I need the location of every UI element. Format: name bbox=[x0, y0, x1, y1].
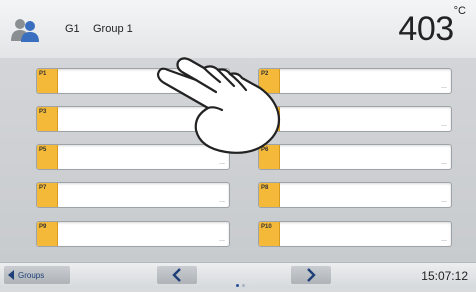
program-label: P5 bbox=[39, 147, 47, 153]
program-slot-p7[interactable]: P7 ... bbox=[36, 182, 230, 208]
temperature-unit: °C bbox=[453, 4, 466, 17]
program-label: P3 bbox=[39, 109, 47, 115]
program-slot-p8[interactable]: P8 ... bbox=[258, 182, 452, 208]
clock: 15:07:12 bbox=[421, 269, 468, 283]
next-page-button[interactable] bbox=[291, 266, 331, 284]
chevron-right-icon bbox=[307, 268, 316, 282]
users-icon[interactable] bbox=[10, 18, 40, 42]
program-tag: P1 bbox=[37, 69, 58, 93]
temperature-value: 403 bbox=[398, 10, 454, 48]
program-slot-p9[interactable]: P9 ... bbox=[36, 221, 230, 247]
program-tag: P5 bbox=[37, 145, 58, 169]
chevron-left-icon bbox=[172, 268, 181, 282]
furnace-temperature: 403°C bbox=[398, 5, 466, 49]
program-tag: P3 bbox=[37, 107, 58, 131]
program-label: P1 bbox=[39, 71, 47, 77]
program-value: ... bbox=[219, 159, 225, 166]
program-tag: P8 bbox=[259, 183, 280, 207]
program-value: ... bbox=[441, 197, 447, 204]
program-value: ... bbox=[441, 121, 447, 128]
program-value: ... bbox=[441, 83, 447, 90]
program-tag: P7 bbox=[37, 183, 58, 207]
program-tag: P9 bbox=[37, 222, 58, 246]
program-label: P10 bbox=[261, 224, 272, 230]
group-code: G1 bbox=[65, 23, 80, 35]
program-value: ... bbox=[441, 236, 447, 243]
program-tag: P10 bbox=[259, 222, 280, 246]
program-value: ... bbox=[219, 236, 225, 243]
group-name: Group 1 bbox=[93, 23, 133, 35]
pointing-hand-icon bbox=[156, 57, 281, 154]
program-label: P8 bbox=[261, 185, 269, 191]
program-slot-p10[interactable]: P10 ... bbox=[258, 221, 452, 247]
program-value: ... bbox=[219, 197, 225, 204]
program-value: ... bbox=[441, 159, 447, 166]
page-indicator bbox=[236, 274, 248, 292]
back-arrow-icon bbox=[8, 270, 14, 280]
program-label: P7 bbox=[39, 185, 47, 191]
groups-label: Groups bbox=[18, 271, 45, 280]
program-label: P9 bbox=[39, 224, 47, 230]
previous-page-button[interactable] bbox=[157, 266, 197, 284]
footer-bar: Groups 15:07:12 bbox=[0, 262, 476, 288]
groups-button[interactable]: Groups bbox=[4, 266, 70, 284]
